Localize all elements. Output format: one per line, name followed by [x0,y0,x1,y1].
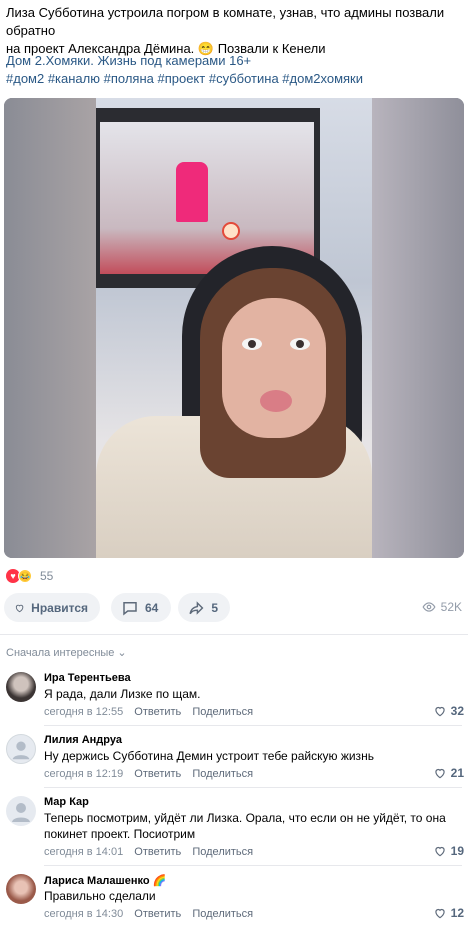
comment-like-count: 19 [450,844,464,858]
like-button[interactable]: Нравится [4,593,100,622]
heart-outline-icon [434,706,445,717]
reply-button[interactable]: Ответить [134,846,181,858]
comment-author[interactable]: Лариса Малашенко 🌈 [44,874,166,887]
comment-author[interactable]: Ира Терентьева [44,672,131,684]
comment-meta: сегодня в 14:30 Ответить Поделиться [44,908,261,920]
comments-count: 64 [145,600,159,615]
comment-like-button[interactable]: 32 [433,704,464,718]
comment-time[interactable]: сегодня в 14:30 [44,908,123,920]
post-actions: Нравится 64 5 52K [4,593,464,623]
comment-divider [44,865,462,866]
comment-time[interactable]: сегодня в 12:19 [44,768,123,780]
avatar[interactable] [6,796,36,826]
comment-meta: сегодня в 14:01 Ответить Поделиться [44,846,261,858]
person-eye-left [242,338,262,350]
comment-icon [123,601,137,616]
post-links: Дом 2.Хомяки. Жизнь под камерами 16+ #до… [6,52,462,88]
comment-author[interactable]: Мар Кар [44,796,89,808]
chevron-down-icon: ⌄ [117,647,127,659]
comments-sort-dropdown[interactable]: Сначала интересные ⌄ [6,646,127,660]
comment-time[interactable]: сегодня в 12:55 [44,706,123,718]
reactions-summary[interactable]: ♥ 😂 55 [6,567,53,585]
comments-button[interactable]: 64 [111,593,171,622]
heart-outline-icon [434,908,445,919]
share-icon [189,600,204,615]
like-label: Нравится [31,600,88,615]
reactions-count: 55 [40,569,54,583]
comment-author[interactable]: Лилия Андруа [44,734,122,746]
comment-meta: сегодня в 12:55 Ответить Поделиться [44,706,261,718]
post-text: Лиза Субботина устроила погром в комнате… [6,4,462,58]
laugh-reaction-icon: 😂 [18,569,32,583]
views-count: 52K [440,600,462,614]
reply-button[interactable]: Ответить [134,706,181,718]
share-comment-button[interactable]: Поделиться [192,846,253,858]
video-player[interactable] [4,98,464,558]
default-avatar-icon [12,741,30,760]
comment-meta: сегодня в 12:19 Ответить Поделиться [44,768,261,780]
heart-outline-icon [434,846,445,857]
divider [0,634,468,635]
comment-like-button[interactable]: 12 [433,906,464,920]
comment-divider [44,725,462,726]
comment-like-count: 12 [450,906,464,920]
avatar[interactable] [6,874,36,904]
comment-text: Правильно сделали [44,889,156,903]
person-face [222,298,326,438]
share-comment-button[interactable]: Поделиться [192,768,253,780]
comment-text: Ну держись Субботина Демин устроит тебе … [44,749,374,763]
person-eye-right [290,338,310,350]
source-link[interactable]: Дом 2.Хомяки. Жизнь под камерами 16+ [6,52,462,70]
reply-button[interactable]: Ответить [134,908,181,920]
comment-text: Я рада, дали Лизке по щам. [44,687,201,701]
video-blur-left [4,98,96,558]
hashtags[interactable]: #дом2 #каналю #поляна #проект #субботина… [6,70,462,88]
share-comment-button[interactable]: Поделиться [192,908,253,920]
share-comment-button[interactable]: Поделиться [192,706,253,718]
eye-icon [422,602,436,612]
tv-figure [176,162,208,222]
comment-like-count: 21 [450,766,464,780]
comment-time[interactable]: сегодня в 14:01 [44,846,123,858]
video-frame [96,98,372,558]
heart-outline-icon [434,768,445,779]
comment-like-count: 32 [450,704,464,718]
share-count: 5 [211,600,218,615]
views-counter: 52K [422,600,462,614]
avatar[interactable] [6,734,36,764]
heart-outline-icon [15,604,24,612]
reply-button[interactable]: Ответить [134,768,181,780]
clown-emoji-sticker [222,222,240,240]
share-button[interactable]: 5 [178,593,230,622]
comment-like-button[interactable]: 21 [433,766,464,780]
person-lips [260,390,292,412]
comments-sort-label: Сначала интересные [6,646,115,659]
video-blur-right [372,98,464,558]
avatar[interactable] [6,672,36,702]
comment-like-button[interactable]: 19 [433,844,464,858]
comment-text: Теперь посмотрим, уйдёт ли Лизка. Орала,… [44,811,446,841]
comment-divider [44,787,462,788]
default-avatar-icon [12,803,30,822]
post-text-line-1: Лиза Субботина устроила погром в комнате… [6,5,445,38]
